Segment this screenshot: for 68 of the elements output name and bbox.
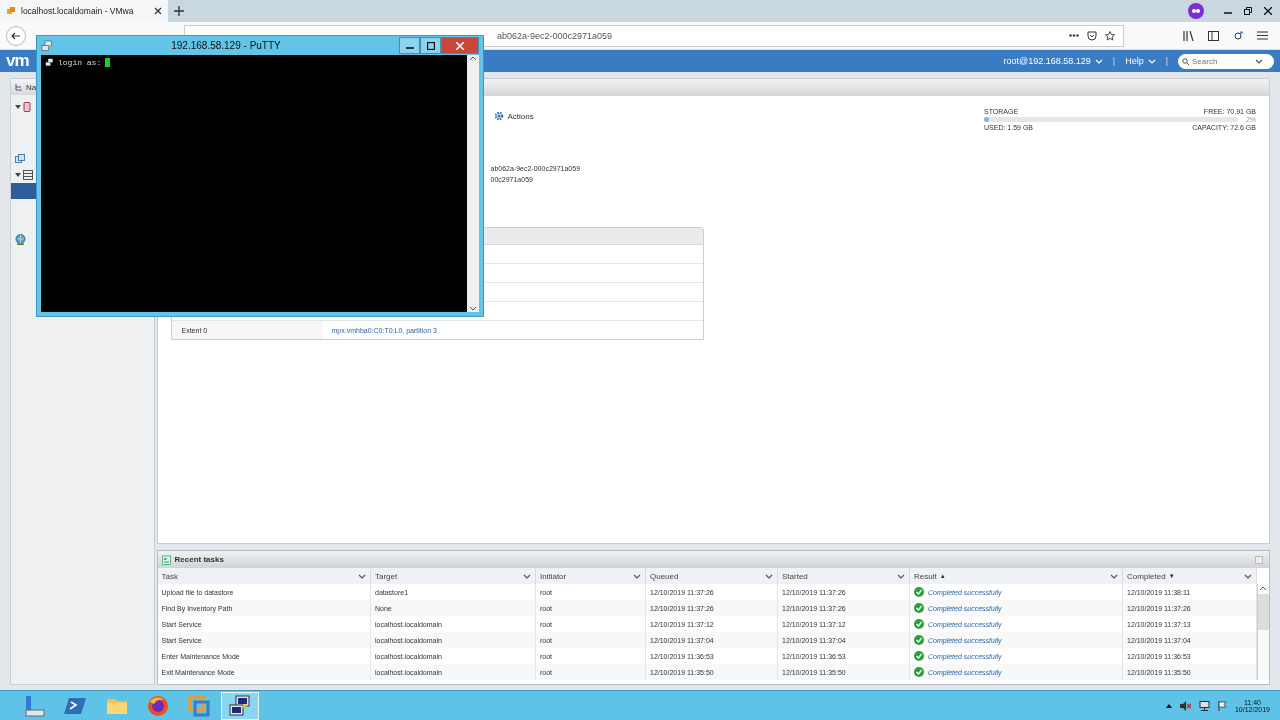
putty-icon bbox=[41, 39, 53, 52]
scroll-up-icon[interactable] bbox=[1258, 584, 1268, 592]
network-icon[interactable] bbox=[1198, 700, 1210, 711]
settings-icon bbox=[493, 111, 504, 121]
dropdown-icon[interactable] bbox=[1244, 573, 1252, 579]
putty-taskbar-icon[interactable] bbox=[221, 691, 259, 720]
success-check-icon bbox=[914, 635, 924, 645]
back-button[interactable] bbox=[6, 25, 26, 46]
library-icon[interactable] bbox=[1183, 30, 1194, 41]
maximize-icon bbox=[426, 41, 435, 50]
success-check-icon bbox=[914, 619, 924, 629]
clipboard-icon bbox=[161, 554, 171, 565]
help-menu[interactable]: Help bbox=[1125, 56, 1156, 66]
expand-arrow-icon[interactable] bbox=[15, 172, 21, 178]
scrollbar[interactable] bbox=[1257, 584, 1269, 680]
search-input[interactable]: Search bbox=[1192, 56, 1252, 66]
dropdown-icon[interactable] bbox=[633, 573, 641, 579]
success-check-icon bbox=[914, 667, 924, 677]
pocket-icon[interactable] bbox=[1087, 30, 1097, 41]
new-tab-icon[interactable] bbox=[174, 6, 184, 16]
scroll-up-icon[interactable] bbox=[469, 55, 477, 61]
speaker-muted-icon[interactable] bbox=[1179, 700, 1191, 711]
user-menu[interactable]: root@192.168.58.129 bbox=[1003, 56, 1103, 66]
login-prompt: login as: bbox=[58, 58, 102, 67]
scrollbar[interactable] bbox=[467, 55, 479, 312]
menu-icon[interactable] bbox=[1257, 31, 1268, 40]
tree-icon bbox=[15, 83, 23, 91]
extension-icon[interactable] bbox=[1233, 30, 1243, 41]
text-cursor bbox=[105, 58, 111, 67]
browser-tab[interactable]: localhost.localdomain - VMwa bbox=[0, 0, 168, 22]
success-check-icon bbox=[914, 587, 924, 597]
sidebar-icon[interactable] bbox=[1208, 30, 1219, 41]
tray-arrow-icon[interactable] bbox=[1165, 703, 1172, 708]
close-icon bbox=[456, 41, 464, 50]
dropdown-icon[interactable] bbox=[765, 573, 773, 579]
separator: | bbox=[1165, 56, 1168, 66]
separator: | bbox=[1112, 56, 1116, 66]
panel-title: Na bbox=[26, 82, 37, 92]
scroll-down-icon[interactable] bbox=[469, 306, 477, 312]
close-icon[interactable] bbox=[154, 7, 162, 15]
back-arrow-icon bbox=[11, 30, 21, 41]
mask-icon[interactable] bbox=[1191, 8, 1201, 14]
globe-icon[interactable] bbox=[15, 233, 26, 245]
close-button[interactable] bbox=[441, 37, 479, 54]
star-icon[interactable] bbox=[1105, 30, 1115, 41]
more-icon[interactable] bbox=[1069, 34, 1079, 37]
host-icon[interactable] bbox=[23, 102, 31, 112]
dropdown-icon[interactable] bbox=[1110, 573, 1118, 579]
dropdown-icon[interactable] bbox=[523, 573, 531, 579]
dropdown-icon[interactable] bbox=[897, 573, 905, 579]
restore-icon[interactable] bbox=[1244, 7, 1252, 15]
logo: vm bbox=[6, 51, 29, 71]
success-check-icon bbox=[914, 651, 924, 661]
putty-icon bbox=[45, 58, 54, 67]
close-icon[interactable] bbox=[1264, 7, 1272, 15]
search-field[interactable]: Search bbox=[1178, 53, 1274, 69]
caret-icon[interactable] bbox=[1255, 58, 1263, 64]
expand-arrow-icon[interactable] bbox=[15, 104, 21, 110]
dropdown-icon[interactable] bbox=[358, 573, 366, 579]
panel-title: Recent tasks bbox=[174, 555, 224, 564]
success-check-icon bbox=[914, 603, 924, 613]
minimize-button[interactable] bbox=[399, 37, 420, 54]
storage-icon[interactable] bbox=[23, 170, 33, 180]
search-icon bbox=[1182, 57, 1189, 65]
maximize-button[interactable] bbox=[420, 37, 441, 54]
flag-icon[interactable] bbox=[1217, 700, 1227, 711]
vmware-icon bbox=[6, 6, 16, 16]
vm-icon[interactable] bbox=[15, 154, 25, 164]
